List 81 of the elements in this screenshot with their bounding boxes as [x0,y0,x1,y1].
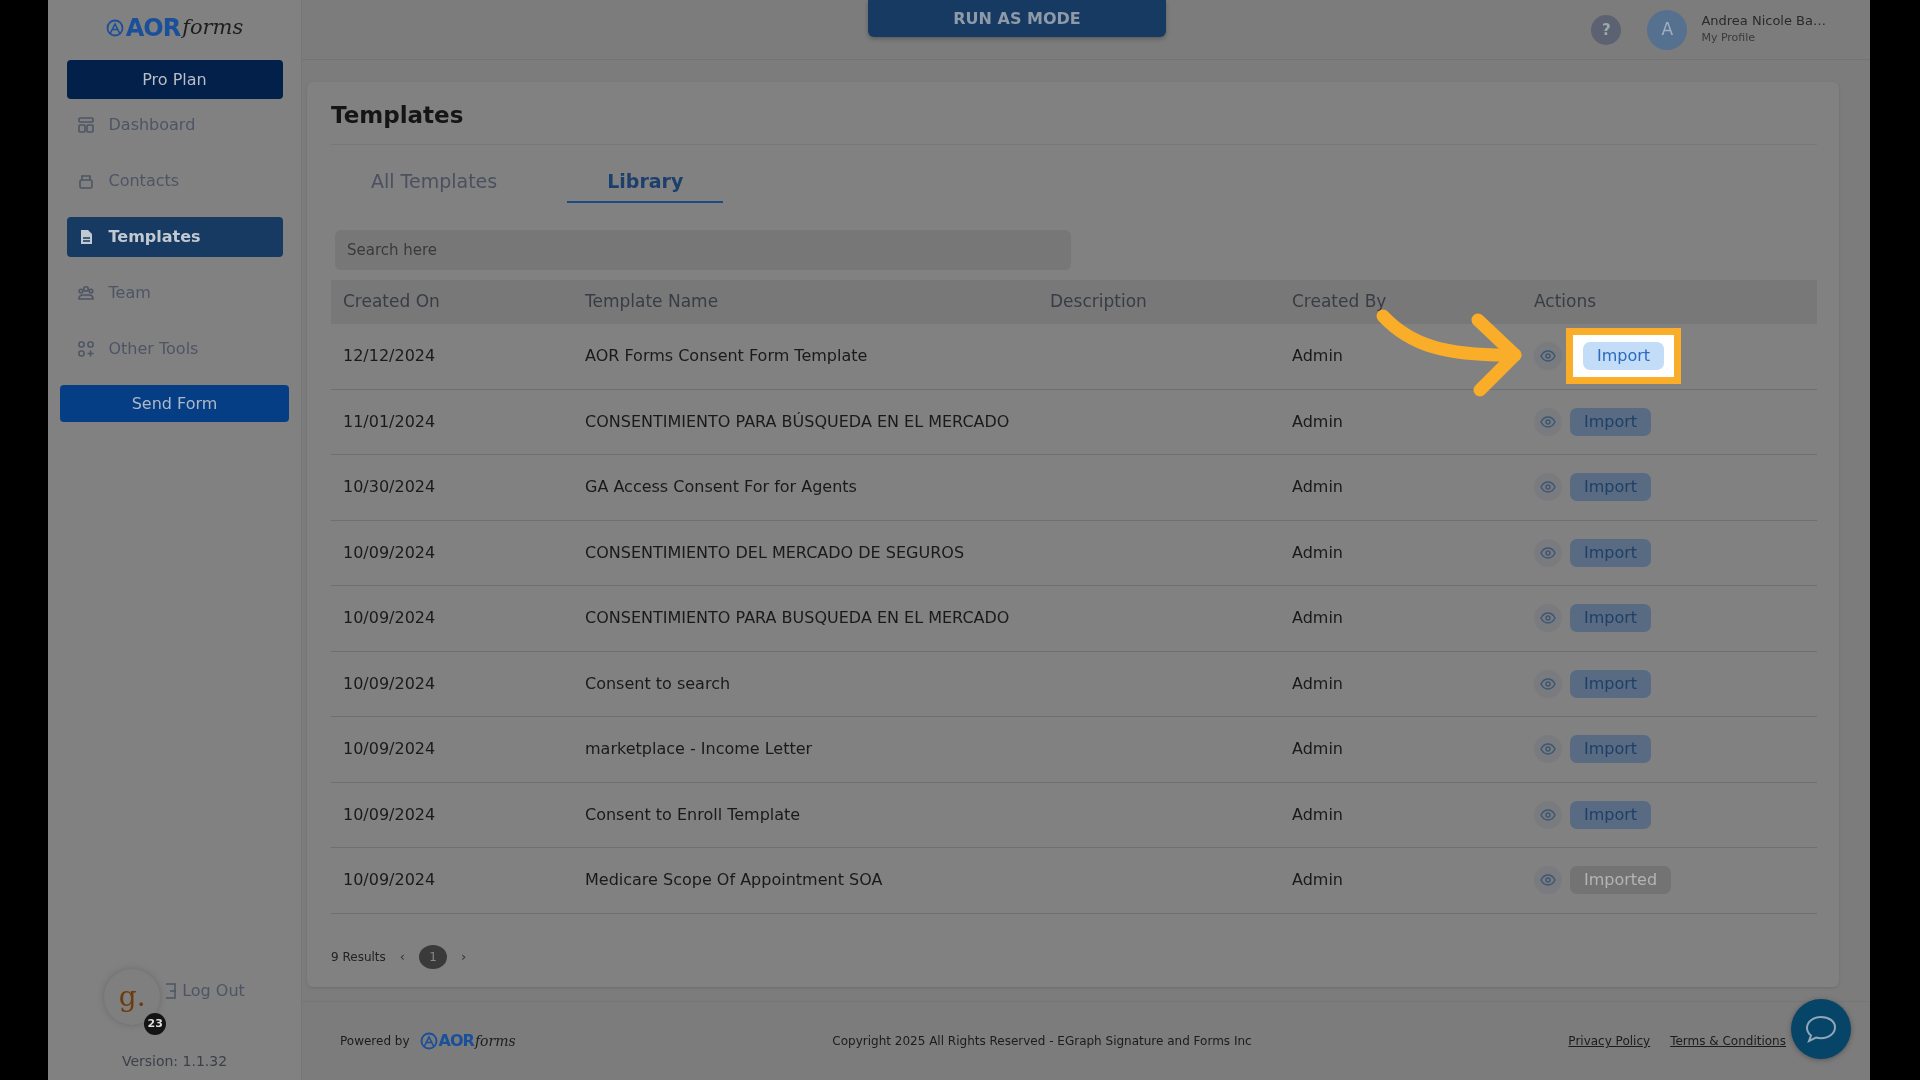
view-icon[interactable] [1534,407,1562,436]
import-button[interactable]: Import [1583,342,1665,371]
table-cell-text: Admin [1292,869,1344,892]
help-button[interactable]: ? [1591,15,1622,45]
logo-text: AOR [125,13,181,44]
dashboard-icon [76,116,95,134]
table-cell-text: 10/09/2024 [343,672,437,695]
view-icon[interactable] [1534,473,1562,502]
tab[interactable]: Library [567,160,724,204]
table-cell-text: Admin [1292,541,1344,564]
table-cell-text: Consent to Enroll Template [585,803,802,826]
import-button[interactable]: Import [1570,407,1652,436]
table-cell-text: CONSENTIMIENTO DEL MERCADO DE SEGUROS [585,541,966,564]
send-form-button[interactable]: Send Form [60,385,289,422]
powered-by-text: Powered by [340,1033,410,1051]
table-cell-text: 10/09/2024 [343,738,437,761]
column-header: Created By [1292,290,1388,314]
profile-link[interactable]: My Profile [1701,30,1826,47]
logo-text: AOR [438,1030,474,1053]
table-cell-text: GA Access Consent For for Agents [585,476,858,499]
table-cell-text: Consent to search [585,672,732,695]
copyright-text: Copyright 2025 All Rights Reserved - EGraph Signature and Forms Inc [832,1033,1252,1051]
profile-name[interactable]: Andrea Nicole Ba… [1701,13,1826,31]
column-header: Template Name [585,290,720,314]
table-cell-text: CONSENTIMIENTO PARA BUSQUEDA EN EL MERCADO [585,607,1011,630]
previous-page-button[interactable]: ‹ [399,947,405,967]
table-cell-text: 10/09/2024 [343,869,437,892]
table-cell-text: marketplace - Income Letter [585,738,814,761]
view-icon[interactable] [1534,800,1562,829]
grid-icon [76,340,95,358]
column-header: Description [1050,290,1148,314]
table-cell-text: Admin [1292,476,1344,499]
table-cell-text: Admin [1292,410,1344,433]
import-button[interactable]: Import [1570,604,1652,633]
table-cell-text: 12/12/2024 [343,345,437,368]
logo-script-text: forms [182,14,244,42]
box-icon [76,172,95,190]
people-icon [76,284,95,302]
logo-icon [105,19,124,37]
import-button[interactable]: Import [1570,538,1652,567]
table-cell-text: CONSENTIMIENTO PARA BÚSQUEDA EN EL MERCADO [585,410,1011,433]
import-button[interactable]: Import [1570,735,1652,764]
next-page-button[interactable]: › [461,947,467,967]
table-cell-text: Admin [1292,345,1344,368]
view-icon[interactable] [1534,735,1562,764]
column-header: Created On [343,290,441,314]
import-button[interactable]: Import [1570,800,1652,829]
sidebar-item[interactable]: Templates [66,217,283,257]
plan-button[interactable]: Pro Plan [66,60,283,99]
logo-icon [419,1032,438,1051]
profile-avatar[interactable]: A [1647,10,1688,50]
table-cell-text: Medicare Scope Of Appointment SOA [585,869,884,892]
run-as-mode-button[interactable]: RUN AS MODE [868,0,1166,37]
page-title: Templates [331,102,1817,145]
table-cell-text: Admin [1292,607,1344,630]
view-icon[interactable] [1534,538,1562,567]
results-count: 9 Results [331,949,386,967]
search-field[interactable]: Search here [335,230,1071,271]
table-cell-text: AOR Forms Consent Form Template [585,345,869,368]
notification-count: 23 [144,1013,167,1035]
table-cell-text: Admin [1292,803,1344,826]
table-cell-text: 11/01/2024 [343,410,437,433]
table-cell-text: Admin [1292,738,1344,761]
table-cell-text: 10/09/2024 [343,607,437,630]
import-button[interactable]: Import [1570,669,1652,698]
table-cell-text: 10/09/2024 [343,541,437,564]
table-cell-text: 10/30/2024 [343,476,437,499]
logout-icon [164,982,179,1000]
table-cell-text: Admin [1292,672,1344,695]
column-header: Actions [1534,290,1598,314]
footer-link[interactable]: Privacy Policy [1568,1032,1651,1051]
table-cell-text: 10/09/2024 [343,803,437,826]
view-icon[interactable] [1534,604,1562,633]
footer-link[interactable]: Terms & Conditions [1670,1032,1786,1051]
chat-icon [1804,1014,1838,1044]
import-button[interactable]: Import [1570,473,1652,502]
logo-script-text: forms [474,1031,516,1051]
version-text: Version: 1.1.32 [121,1052,228,1071]
page-button[interactable]: 1 [419,945,447,970]
view-icon[interactable] [1534,669,1562,698]
view-icon[interactable] [1534,342,1562,371]
